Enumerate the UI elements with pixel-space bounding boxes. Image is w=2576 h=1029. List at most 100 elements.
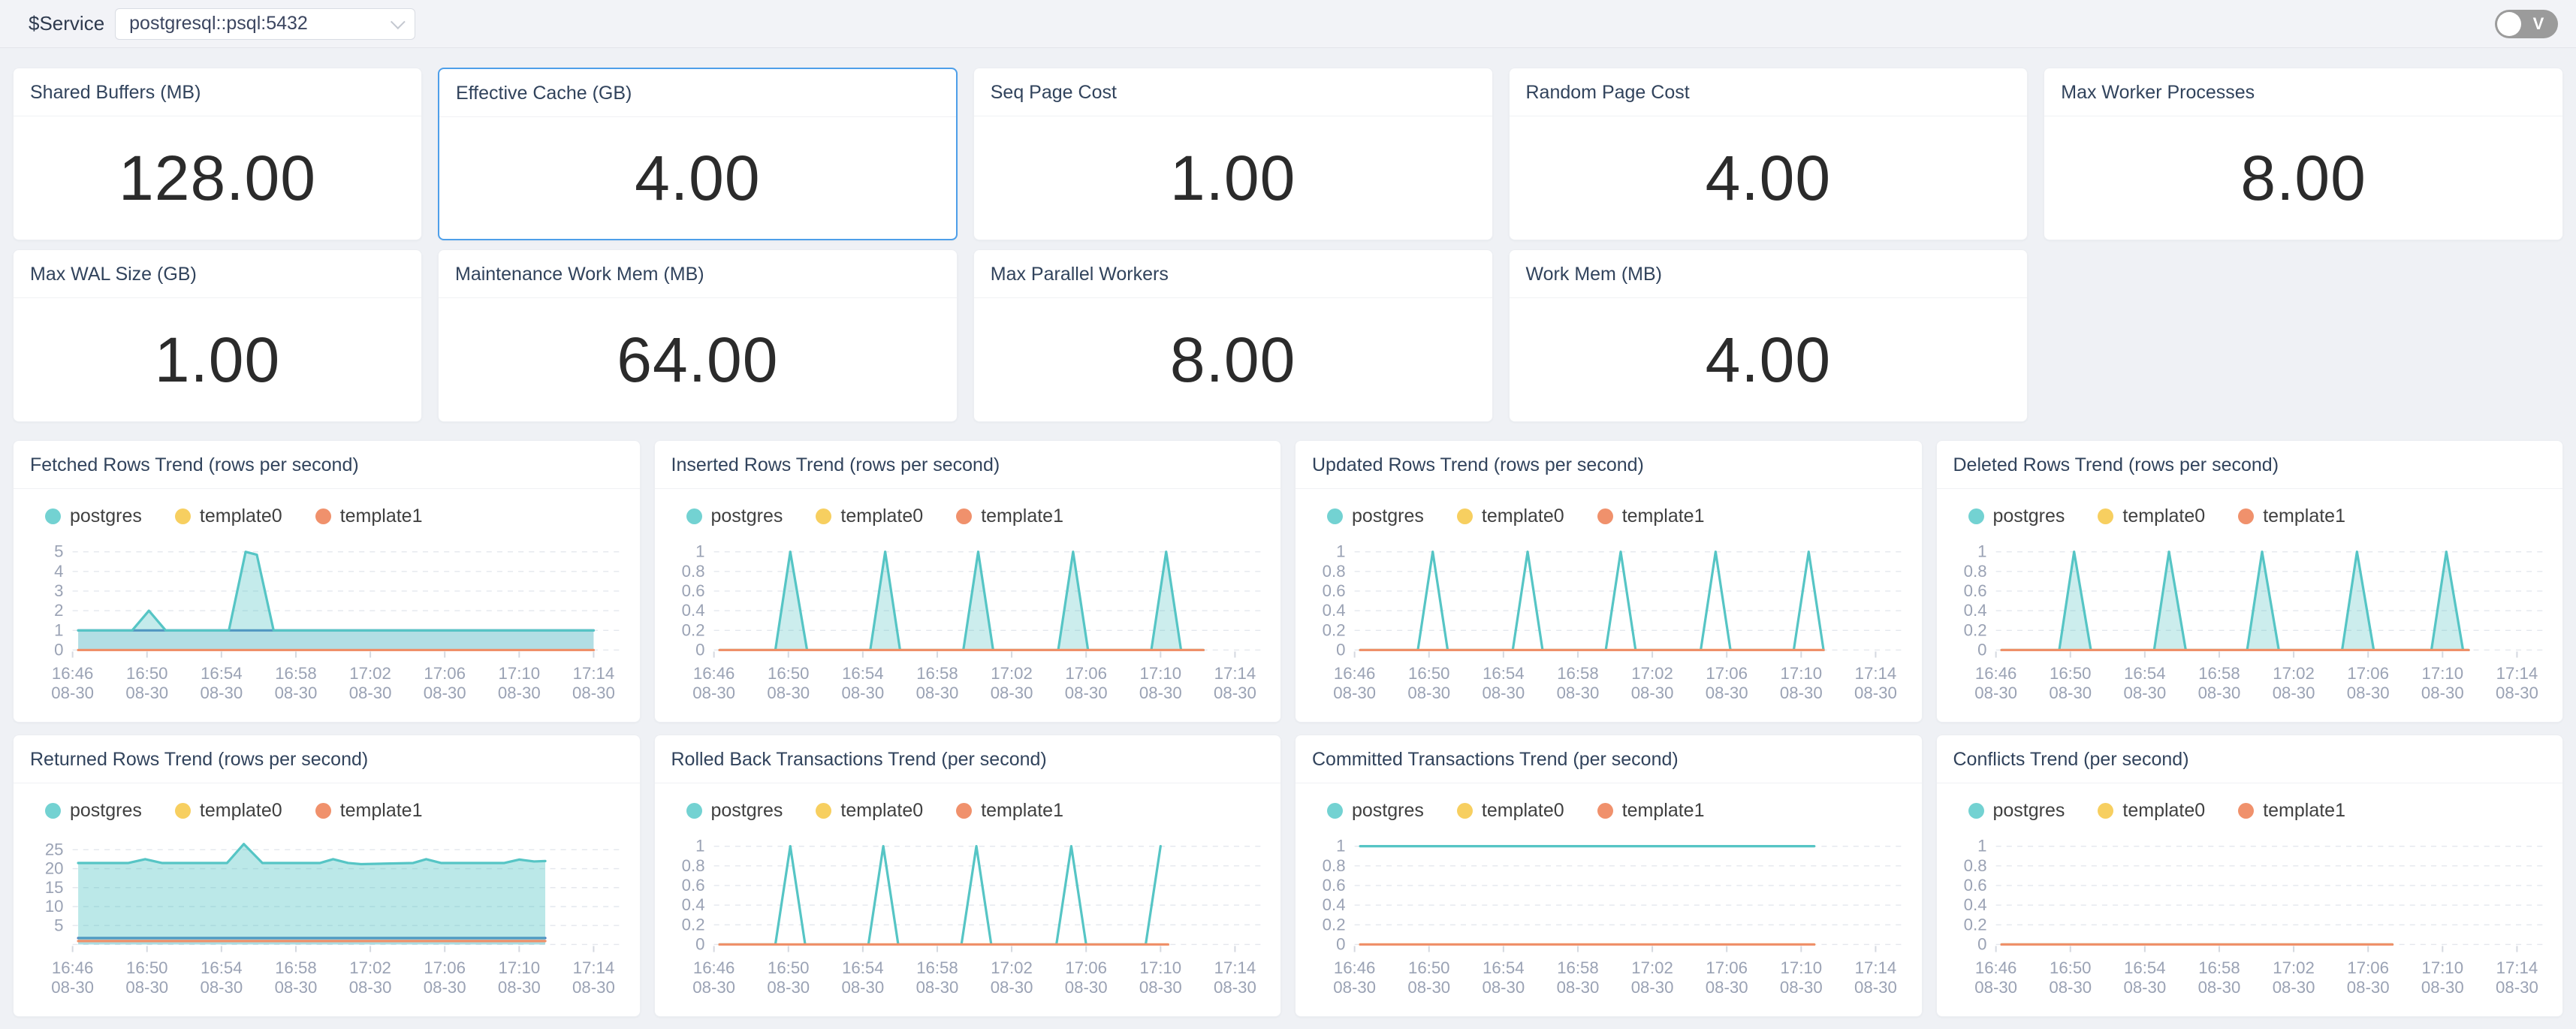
stat-card-max-wal-size[interactable]: Max WAL Size (GB) 1.00 xyxy=(13,249,422,422)
chart-card-rolled-back-transactions: Rolled Back Transactions Trend (per seco… xyxy=(654,735,1282,1017)
stat-card-effective-cache[interactable]: Effective Cache (GB) 4.00 xyxy=(438,68,958,240)
legend-item-template0[interactable]: template0 xyxy=(175,800,282,822)
legend-item-postgres[interactable]: postgres xyxy=(686,505,783,527)
legend-dot-icon xyxy=(45,508,61,524)
legend-label: template0 xyxy=(200,800,282,822)
svg-text:16:46: 16:46 xyxy=(52,958,94,977)
chart-card-fetched-rows: Fetched Rows Trend (rows per second) pos… xyxy=(13,440,641,723)
svg-text:16:58: 16:58 xyxy=(275,958,317,977)
stat-card-title: Effective Cache (GB) xyxy=(439,69,956,117)
legend-item-template0[interactable]: template0 xyxy=(175,505,282,527)
svg-text:08-30: 08-30 xyxy=(2123,683,2166,702)
svg-text:08-30: 08-30 xyxy=(915,683,958,702)
stat-card-title: Max Parallel Workers xyxy=(974,250,1492,298)
legend-item-template0[interactable]: template0 xyxy=(2098,800,2205,822)
view-toggle[interactable]: V xyxy=(2495,10,2558,38)
svg-text:10: 10 xyxy=(45,897,64,916)
legend-dot-icon xyxy=(315,508,331,524)
legend-item-template0[interactable]: template0 xyxy=(2098,505,2205,527)
legend-item-template1[interactable]: template1 xyxy=(2238,800,2345,822)
svg-text:16:50: 16:50 xyxy=(2049,958,2091,977)
svg-text:0.4: 0.4 xyxy=(1323,601,1346,620)
svg-text:08-30: 08-30 xyxy=(990,683,1033,702)
legend-item-postgres[interactable]: postgres xyxy=(1968,505,2065,527)
chart-plot: 51015202516:4608-3016:5008-3016:5408-301… xyxy=(14,823,640,1016)
svg-text:17:10: 17:10 xyxy=(499,958,541,977)
legend-item-postgres[interactable]: postgres xyxy=(686,800,783,822)
stat-card-title: Max Worker Processes xyxy=(2044,68,2562,116)
svg-text:17:10: 17:10 xyxy=(1139,958,1181,977)
svg-text:08-30: 08-30 xyxy=(424,978,466,997)
svg-text:08-30: 08-30 xyxy=(2346,978,2389,997)
stat-card-seq-page-cost[interactable]: Seq Page Cost 1.00 xyxy=(973,68,1493,240)
svg-text:17:14: 17:14 xyxy=(1214,664,1256,683)
svg-text:17:02: 17:02 xyxy=(991,664,1033,683)
legend-dot-icon xyxy=(2098,803,2113,819)
svg-text:0: 0 xyxy=(695,935,704,954)
svg-text:17:06: 17:06 xyxy=(424,664,466,683)
svg-text:17:10: 17:10 xyxy=(2421,958,2463,977)
chart-card-conflicts: Conflicts Trend (per second) postgrestem… xyxy=(1936,735,2564,1017)
legend-item-template1[interactable]: template1 xyxy=(956,800,1063,822)
legend-item-postgres[interactable]: postgres xyxy=(1968,800,2065,822)
stat-value: 128.00 xyxy=(119,142,316,215)
svg-text:08-30: 08-30 xyxy=(692,978,735,997)
legend-item-template0[interactable]: template0 xyxy=(1457,800,1564,822)
chart-legend: postgres template0 template1 xyxy=(1327,505,1922,527)
legend-item-postgres[interactable]: postgres xyxy=(45,800,142,822)
svg-text:08-30: 08-30 xyxy=(1407,978,1450,997)
chart-plot: 00.20.40.60.8116:4608-3016:5008-3016:540… xyxy=(1296,823,1922,1016)
svg-text:08-30: 08-30 xyxy=(1139,978,1181,997)
stat-card-max-parallel-workers[interactable]: Max Parallel Workers 8.00 xyxy=(973,249,1493,422)
svg-text:17:02: 17:02 xyxy=(991,958,1033,977)
svg-text:17:02: 17:02 xyxy=(1631,664,1673,683)
svg-text:08-30: 08-30 xyxy=(2049,683,2092,702)
chart-title: Inserted Rows Trend (rows per second) xyxy=(655,441,1281,489)
legend-item-template1[interactable]: template1 xyxy=(315,800,423,822)
legend-item-template0[interactable]: template0 xyxy=(1457,505,1564,527)
legend-item-template1[interactable]: template1 xyxy=(956,505,1063,527)
svg-text:08-30: 08-30 xyxy=(200,978,243,997)
chevron-down-icon xyxy=(391,14,406,29)
legend-dot-icon xyxy=(315,803,331,819)
svg-text:16:50: 16:50 xyxy=(1408,958,1450,977)
legend-label: template1 xyxy=(981,800,1063,822)
stat-card-title: Work Mem (MB) xyxy=(1510,250,2028,298)
svg-text:20: 20 xyxy=(45,859,64,878)
legend-item-template0[interactable]: template0 xyxy=(816,505,923,527)
svg-text:08-30: 08-30 xyxy=(1064,683,1107,702)
svg-text:16:50: 16:50 xyxy=(2049,664,2091,683)
svg-text:08-30: 08-30 xyxy=(1780,683,1823,702)
chart-legend: postgres template0 template1 xyxy=(45,505,640,527)
svg-text:0.4: 0.4 xyxy=(1963,601,1986,620)
legend-item-postgres[interactable]: postgres xyxy=(1327,505,1424,527)
legend-item-template1[interactable]: template1 xyxy=(1597,800,1705,822)
svg-text:0.2: 0.2 xyxy=(1963,915,1986,934)
legend-dot-icon xyxy=(956,803,972,819)
svg-text:17:02: 17:02 xyxy=(2273,958,2315,977)
svg-text:0.8: 0.8 xyxy=(1323,562,1346,581)
legend-item-postgres[interactable]: postgres xyxy=(1327,800,1424,822)
stat-card-random-page-cost[interactable]: Random Page Cost 4.00 xyxy=(1509,68,2029,240)
svg-text:0.6: 0.6 xyxy=(681,581,704,600)
legend-dot-icon xyxy=(1327,803,1343,819)
svg-text:08-30: 08-30 xyxy=(572,978,615,997)
stat-card-work-mem[interactable]: Work Mem (MB) 4.00 xyxy=(1509,249,2029,422)
svg-text:08-30: 08-30 xyxy=(767,683,810,702)
svg-text:16:58: 16:58 xyxy=(2198,664,2240,683)
stat-card-shared-buffers[interactable]: Shared Buffers (MB) 128.00 xyxy=(13,68,422,240)
legend-item-template1[interactable]: template1 xyxy=(315,505,423,527)
legend-label: postgres xyxy=(1993,800,2065,822)
legend-item-template1[interactable]: template1 xyxy=(1597,505,1705,527)
legend-label: template1 xyxy=(2263,505,2345,527)
svg-text:17:10: 17:10 xyxy=(1781,664,1823,683)
stat-card-maintenance-work-mem[interactable]: Maintenance Work Mem (MB) 64.00 xyxy=(438,249,958,422)
stat-card-title: Maintenance Work Mem (MB) xyxy=(439,250,957,298)
legend-item-postgres[interactable]: postgres xyxy=(45,505,142,527)
chart-title: Committed Transactions Trend (per second… xyxy=(1296,735,1922,783)
legend-item-template0[interactable]: template0 xyxy=(816,800,923,822)
legend-item-template1[interactable]: template1 xyxy=(2238,505,2345,527)
service-select[interactable]: postgresql::psql:5432 xyxy=(115,8,415,40)
stat-card-max-worker-processes[interactable]: Max Worker Processes 8.00 xyxy=(2044,68,2563,240)
svg-text:08-30: 08-30 xyxy=(1706,978,1748,997)
